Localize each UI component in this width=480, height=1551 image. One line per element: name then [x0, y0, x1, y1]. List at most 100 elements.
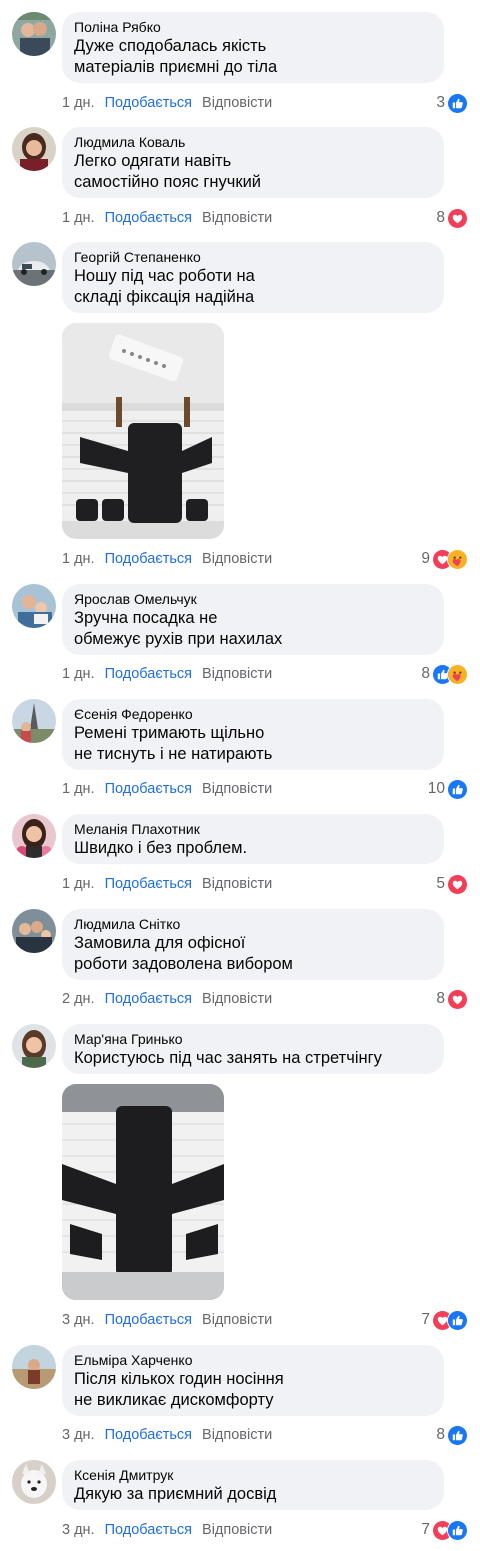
- reply-button[interactable]: Відповісти: [202, 1312, 272, 1328]
- comment-text: Швидко і без проблем.: [74, 839, 248, 857]
- comment-bubble: Меланія Плахотник Швидко і без проблем.: [62, 814, 444, 864]
- reaction-summary[interactable]: 8: [436, 1424, 468, 1446]
- reaction-count: 7: [421, 1311, 430, 1328]
- reaction-count: 10: [427, 780, 445, 797]
- comment-actions: 1 дн. Подобається Відповісти: [62, 779, 282, 799]
- comment-author[interactable]: Георгій Степаненко: [74, 249, 432, 266]
- comment-time[interactable]: 3 дн.: [62, 1522, 95, 1538]
- comment-time[interactable]: 1 дн.: [62, 781, 95, 797]
- comment-time[interactable]: 1 дн.: [62, 551, 95, 567]
- avatar[interactable]: [12, 814, 56, 858]
- comment-author[interactable]: Ярослав Омельчук: [74, 591, 432, 608]
- reply-button[interactable]: Відповісти: [202, 876, 272, 892]
- comment-bubble: Єсенія Федоренко Ремені тримають щільно …: [62, 699, 444, 770]
- reply-button[interactable]: Відповісти: [202, 551, 272, 567]
- comment-bubble: Ксенія Дмитрук Дякую за приємний досвід: [62, 1460, 444, 1510]
- reaction-count: 3: [436, 94, 445, 111]
- avatar[interactable]: [12, 12, 56, 56]
- reaction-summary[interactable]: 5: [436, 873, 468, 895]
- reply-button[interactable]: Відповісти: [202, 666, 272, 682]
- comment-author[interactable]: Мар'яна Гринько: [74, 1031, 432, 1048]
- reaction-summary[interactable]: 8: [421, 663, 468, 685]
- comment-photo[interactable]: [62, 1084, 224, 1300]
- comment-bubble: Людмила Коваль Легко одягати навіть само…: [62, 127, 444, 198]
- like-button[interactable]: Подобається: [105, 666, 192, 682]
- comment-author[interactable]: Меланія Плахотник: [74, 821, 432, 838]
- like-icon: [447, 1309, 468, 1331]
- reply-button[interactable]: Відповісти: [202, 991, 272, 1007]
- love-icon: [447, 207, 468, 229]
- comment-text: Користуюсь під час занять на стретчінгу: [74, 1049, 382, 1067]
- comment-text: Ношу під час роботи на складі фіксація н…: [74, 267, 255, 306]
- comment-bubble: Ярослав Омельчук Зручна посадка не обмеж…: [62, 584, 444, 655]
- reaction-summary[interactable]: 7: [421, 1519, 468, 1541]
- comment-actions: 1 дн. Подобається Відповісти: [62, 93, 282, 113]
- comment-time[interactable]: 1 дн.: [62, 876, 95, 892]
- like-button[interactable]: Подобається: [105, 1427, 192, 1443]
- like-button[interactable]: Подобається: [105, 991, 192, 1007]
- reaction-summary[interactable]: 3: [436, 92, 468, 114]
- comment-actions: 3 дн. Подобається Відповісти: [62, 1310, 282, 1330]
- reaction-summary[interactable]: 8: [436, 988, 468, 1010]
- reply-button[interactable]: Відповісти: [202, 210, 272, 226]
- comment-actions: 1 дн. Подобається Відповісти: [62, 208, 282, 228]
- avatar[interactable]: [12, 1024, 56, 1068]
- comment-time[interactable]: 3 дн.: [62, 1427, 95, 1443]
- comment-text: Легко одягати навіть самостійно пояс гну…: [74, 152, 262, 191]
- avatar[interactable]: [12, 127, 56, 171]
- comment-time[interactable]: 3 дн.: [62, 1312, 95, 1328]
- avatar[interactable]: [12, 1460, 56, 1504]
- like-button[interactable]: Подобається: [105, 95, 192, 111]
- reaction-summary[interactable]: 7: [421, 1309, 468, 1331]
- avatar[interactable]: [12, 699, 56, 743]
- like-button[interactable]: Подобається: [105, 1522, 192, 1538]
- like-button[interactable]: Подобається: [105, 210, 192, 226]
- comment-bubble: Людмила Снітко Замовила для офісної робо…: [62, 909, 444, 980]
- comment-actions: 2 дн. Подобається Відповісти: [62, 989, 282, 1009]
- comment-actions: 3 дн. Подобається Відповісти: [62, 1520, 282, 1540]
- reaction-summary[interactable]: 8: [436, 207, 468, 229]
- comment-time[interactable]: 1 дн.: [62, 95, 95, 111]
- comment-author[interactable]: Людмила Коваль: [74, 134, 432, 151]
- comment-author[interactable]: Ельміра Харченко: [74, 1352, 432, 1369]
- reaction-summary[interactable]: 10: [427, 778, 468, 800]
- comment-author[interactable]: Людмила Снітко: [74, 916, 432, 933]
- avatar[interactable]: [12, 584, 56, 628]
- comment-actions: 1 дн. Подобається Відповісти: [62, 664, 282, 684]
- comment-text: Після кількох годин носіння не викликає …: [74, 1370, 284, 1409]
- comment-time[interactable]: 2 дн.: [62, 991, 95, 1007]
- like-button[interactable]: Подобається: [105, 551, 192, 567]
- comment-time[interactable]: 1 дн.: [62, 210, 95, 226]
- comment-author[interactable]: Ксенія Дмитрук: [74, 1467, 432, 1484]
- reaction-count: 8: [436, 209, 445, 226]
- reply-button[interactable]: Відповісти: [202, 1522, 272, 1538]
- reaction-count: 8: [436, 990, 445, 1007]
- comment-bubble: Поліна Рябко Дуже сподобалась якість мат…: [62, 12, 444, 83]
- comment-bubble: Ельміра Харченко Після кількох годин нос…: [62, 1345, 444, 1416]
- comment-text: Дуже сподобалась якість матеріалів приєм…: [74, 37, 278, 76]
- reply-button[interactable]: Відповісти: [202, 781, 272, 797]
- like-icon: [447, 92, 468, 114]
- love-icon: [447, 988, 468, 1010]
- comment-photo[interactable]: [62, 323, 224, 539]
- reaction-count: 9: [421, 550, 430, 567]
- comment-time[interactable]: 1 дн.: [62, 666, 95, 682]
- care-icon: [447, 663, 468, 685]
- avatar[interactable]: [12, 909, 56, 953]
- avatar[interactable]: [12, 242, 56, 286]
- reply-button[interactable]: Відповісти: [202, 1427, 272, 1443]
- comment-actions: 1 дн. Подобається Відповісти: [62, 874, 282, 894]
- reaction-summary[interactable]: 9: [421, 548, 468, 570]
- like-button[interactable]: Подобається: [105, 876, 192, 892]
- like-button[interactable]: Подобається: [105, 781, 192, 797]
- reply-button[interactable]: Відповісти: [202, 95, 272, 111]
- care-icon: [447, 548, 468, 570]
- like-button[interactable]: Подобається: [105, 1312, 192, 1328]
- comment-author[interactable]: Єсенія Федоренко: [74, 706, 432, 723]
- comment-text: Ремені тримають щільно не тиснуть і не н…: [74, 724, 273, 763]
- comment-author[interactable]: Поліна Рябко: [74, 19, 432, 36]
- comment-text: Зручна посадка не обмежує рухів при нахи…: [74, 609, 283, 648]
- avatar[interactable]: [12, 1345, 56, 1389]
- reaction-count: 8: [421, 665, 430, 682]
- reaction-count: 5: [436, 875, 445, 892]
